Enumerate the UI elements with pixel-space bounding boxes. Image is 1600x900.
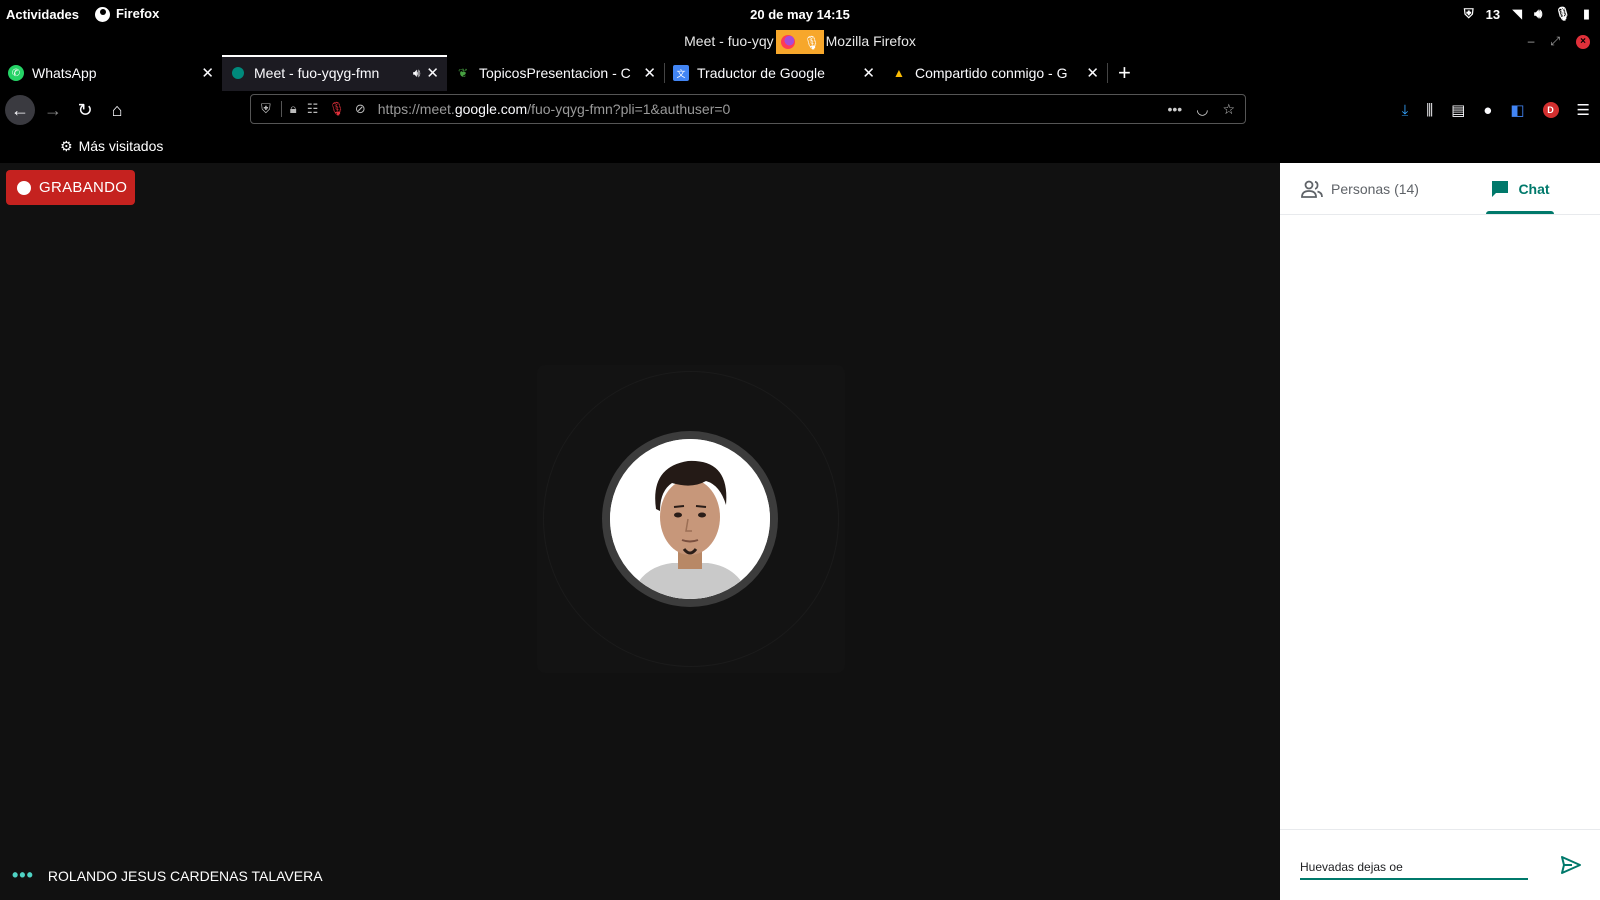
permissions-icon[interactable]: ☷ [307,101,319,117]
tab-whatsapp[interactable]: ✆ WhatsApp ✕ [0,55,222,91]
url-path: /fuo-yqyg-fmn?pli=1&authuser=0 [527,101,731,117]
tab-label: TopicosPresentacion - C [479,65,631,81]
minimize-icon[interactable]: – [1528,28,1535,55]
tab-chat[interactable]: Chat [1440,163,1600,214]
close-icon[interactable]: ✕ [862,64,875,82]
microphone-icon: 🎙︎ [1554,6,1571,21]
speaker-icon[interactable]: 🔊︎ [413,66,421,81]
account-icon[interactable]: ● [1483,102,1492,119]
drive-icon: ▲ [893,66,905,80]
chat-tab-label: Chat [1518,180,1550,197]
hamburger-menu-icon[interactable]: ☰ [1577,101,1590,119]
bookmark-star-icon[interactable]: ☆ [1222,101,1235,118]
send-arrow-shape [1561,856,1581,874]
activities-button[interactable]: Actividades [6,7,79,22]
participant-avatar [602,431,778,607]
portrait-image [610,439,770,599]
forward-arrow-icon[interactable]: → [38,95,68,125]
gear-icon: ⚙ [60,137,73,154]
bookmark-most-visited[interactable]: ⚙ Más visitados [60,138,163,155]
close-icon[interactable]: ✕ [643,64,656,82]
url-text[interactable]: https://meet.google.com/fuo-yqyg-fmn?pli… [378,101,731,117]
firefox-icon [94,7,110,23]
url-prefix: https://meet. [377,101,455,117]
translate-icon: 文 [673,65,689,81]
chat-compose [1280,829,1600,900]
autoplay-blocked-icon[interactable]: ⊘ [355,101,366,117]
overleaf-icon: ❦ [457,66,469,80]
notification-count: 13 [1485,6,1501,22]
chat-input[interactable] [1300,856,1528,880]
side-panel: Personas (14) Chat [1280,163,1600,900]
volume-icon: 🔊︎ [1534,6,1543,21]
mic-sharing-icon: 🎙︎ [799,30,824,55]
tab-label: Compartido conmigo - G [915,65,1068,81]
tab-compartido[interactable]: ▲ Compartido conmigo - G ✕ [883,55,1107,91]
tab-label: WhatsApp [32,65,97,81]
app-menu[interactable]: Firefox [94,5,160,23]
participant-name: ROLANDO JESUS CARDENAS TALAVERA [47,867,323,884]
battery-icon: ▮ [1582,6,1590,21]
window-title-right: Mozilla Firefox [825,33,916,49]
window-title-left: Meet - fuo-yqy [684,33,774,49]
tab-label: Meet - fuo-yqyg-fmn [254,65,380,81]
pocket-icon[interactable]: ◡ [1196,101,1208,118]
firefox-sharing-icon [775,30,800,55]
new-tab-plus-icon[interactable]: + [1108,60,1141,86]
recording-dot-icon [17,180,31,195]
system-top-bar: Actividades Firefox 20 de may 14:15 ⛨ 13… [0,0,1600,28]
download-icon[interactable]: ⤓ [1402,102,1409,119]
window-close-icon[interactable]: × [1576,34,1590,49]
bookmark-label: Más visitados [78,138,164,154]
people-icon [1301,180,1323,198]
meet-icon [230,65,246,81]
maximize-icon[interactable]: ⤢ [1550,28,1560,55]
recording-badge: GRABANDO [6,170,135,205]
translate-extension-icon[interactable]: ◧ [1510,101,1524,119]
close-icon[interactable]: ✕ [201,64,214,82]
navigation-toolbar: ← → ↻ ⌂ ⛨ 🔒︎ ☷ 🎙︎ ⊘ https://meet.google.… [0,91,1600,129]
send-icon[interactable] [1556,850,1586,880]
app-name: Firefox [115,5,160,21]
tab-label: Traductor de Google [697,65,825,81]
lock-icon[interactable]: 🔒︎ [280,101,297,117]
wifi-icon: ◥ [1512,6,1523,21]
participant-photo [610,439,770,599]
sidebar-icon[interactable]: ▤ [1451,101,1465,119]
system-tray[interactable]: ⛨ 13 ◥ 🔊︎ 🎙︎ ▮ [1464,0,1590,28]
reload-icon[interactable]: ↻ [70,95,100,125]
extension-d-icon[interactable]: D [1542,102,1559,118]
library-icon[interactable]: ⫼ [1426,102,1433,119]
close-icon[interactable]: ✕ [1086,64,1099,82]
more-options-icon[interactable]: ••• [12,865,34,886]
participant-name-bar: ••• ROLANDO JESUS CARDENAS TALAVERA [12,865,323,886]
microphone-permission-icon[interactable]: 🎙︎ [328,101,345,117]
tracking-shield-icon[interactable]: ⛨ [261,101,271,117]
back-arrow-icon[interactable]: ← [5,95,35,125]
meet-stage: GRABANDO ••• ROLANDO JESUS CARDENAS TALA… [0,163,1280,900]
page-actions-icon[interactable]: ••• [1168,101,1183,118]
window-title-bar: Meet - fuo-yqy 🎙︎ Mozilla Firefox – ⤢ × [0,28,1600,55]
chat-icon [1492,180,1509,197]
chat-messages [1280,215,1600,830]
tab-topicos[interactable]: ❦ TopicosPresentacion - C ✕ [447,55,664,91]
panel-tabs: Personas (14) Chat [1280,163,1600,215]
url-domain: google.com [454,101,528,117]
tab-meet[interactable]: Meet - fuo-yqyg-fmn 🔊︎ ✕ [222,55,447,91]
people-tab-label: Personas (14) [1331,180,1419,197]
home-icon[interactable]: ⌂ [102,95,132,125]
url-bar[interactable]: ⛨ 🔒︎ ☷ 🎙︎ ⊘ https://meet.google.com/fuo-… [250,94,1246,124]
close-icon[interactable]: ✕ [426,64,439,82]
bookmarks-toolbar: ⚙ Más visitados [0,129,1600,163]
tab-strip: ✆ WhatsApp ✕ Meet - fuo-yqyg-fmn 🔊︎ ✕ ❦ … [0,55,1600,91]
clock[interactable]: 20 de may 14:15 [750,7,850,22]
shield-icon: ⛨ [1463,6,1474,21]
whatsapp-icon: ✆ [8,65,24,81]
tab-people[interactable]: Personas (14) [1280,163,1440,214]
tab-traductor[interactable]: 文 Traductor de Google ✕ [665,55,883,91]
recording-label: GRABANDO [39,179,128,196]
